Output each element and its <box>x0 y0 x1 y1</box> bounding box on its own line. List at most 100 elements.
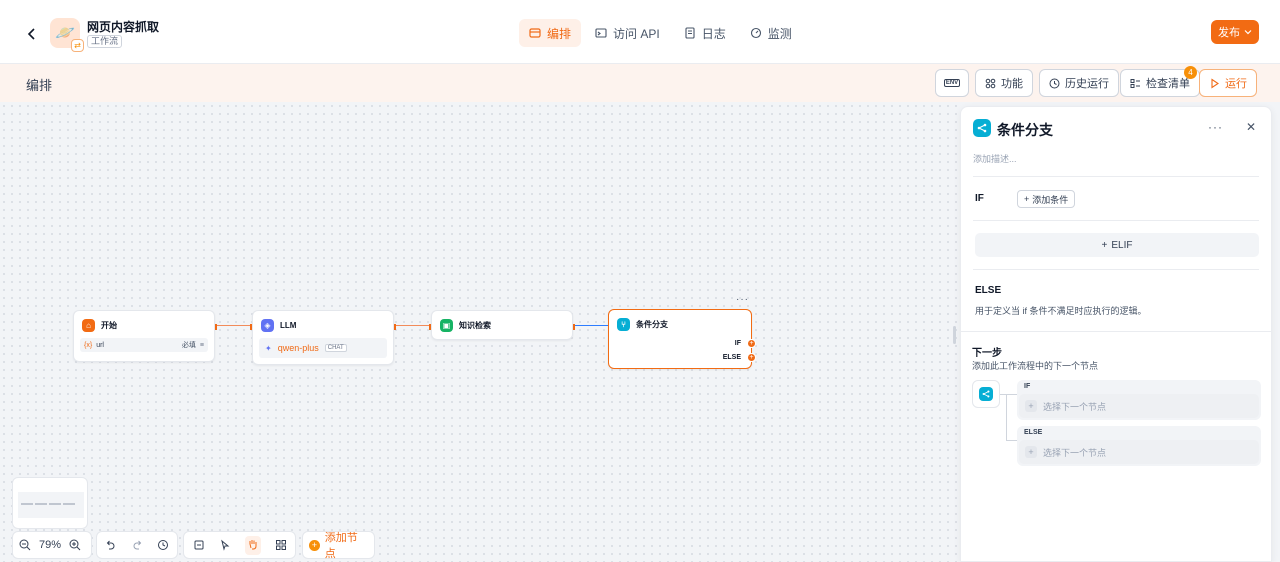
checklist-label: 检查清单 <box>1146 78 1190 90</box>
zoom-controls: 79% <box>12 531 92 559</box>
variable-row: {x} url 必填 ≡ <box>80 338 208 352</box>
node-more-button[interactable]: ··· <box>736 294 749 305</box>
model-name: qwen-plus <box>277 343 319 353</box>
run-button[interactable]: 运行 <box>1199 69 1257 97</box>
panel-title[interactable]: 条件分支 <box>997 120 1053 140</box>
publish-button[interactable]: 发布 <box>1211 20 1259 44</box>
features-label: 功能 <box>1001 78 1023 90</box>
zoom-level[interactable]: 79% <box>39 539 61 551</box>
node-header: ⑂ 条件分支 <box>617 318 668 331</box>
branch-icon: ⑂ <box>617 318 630 331</box>
select-next-node-button[interactable]: + 选择下一个节点 <box>1019 440 1259 464</box>
node-header: ▣ 知识检索 <box>440 319 491 332</box>
main-nav: 编排 访问 API 日志 监测 <box>519 19 802 47</box>
branch-icon <box>973 119 991 137</box>
node-knowledge-retrieval[interactable]: ▣ 知识检索 <box>429 310 575 340</box>
input-port[interactable] <box>429 324 431 330</box>
features-button[interactable]: 功能 <box>975 69 1033 97</box>
output-port[interactable] <box>215 324 217 330</box>
add-node-button[interactable]: + 添加节点 <box>302 531 375 560</box>
plus-circle-icon: + <box>309 539 320 551</box>
minimap-viewport <box>18 492 84 518</box>
node-title: LLM <box>280 321 297 330</box>
model-row: ✦ qwen-plus CHAT <box>259 338 387 358</box>
tab-monitor[interactable]: 监测 <box>740 19 802 47</box>
redo-icon[interactable] <box>131 539 143 551</box>
terminal-icon <box>595 28 607 38</box>
hand-tool[interactable] <box>245 535 261 555</box>
plus-icon: + <box>1025 400 1037 412</box>
edge-knowledge-ifelse <box>574 325 608 326</box>
node-llm[interactable]: ◈ LLM ✦ qwen-plus CHAT <box>250 310 396 365</box>
variable-icon: {x} <box>84 341 93 349</box>
else-label: ELSE <box>975 285 1002 296</box>
tab-label: 日志 <box>701 26 726 41</box>
next-branch-if: IF + 选择下一个节点 <box>1017 380 1261 420</box>
minimap[interactable] <box>12 477 88 529</box>
app-type-tag: 工作流 <box>87 35 123 48</box>
node-header: ◈ LLM <box>261 319 296 332</box>
select-next-node-label: 选择下一个节点 <box>1043 401 1107 412</box>
layout-icon <box>529 28 541 38</box>
add-condition-button[interactable]: + 添加条件 <box>1017 190 1076 208</box>
branch-if-port[interactable]: + <box>747 339 756 348</box>
checklist-count-badge: 4 <box>1184 66 1197 79</box>
top-header: 🪐 ⇄ 网页内容抓取 工作流 编排 访问 API 日志 监测 发布 <box>0 0 1280 64</box>
output-port[interactable] <box>573 324 575 330</box>
tab-label: 访问 API <box>613 26 660 41</box>
description-input[interactable]: 添加描述... <box>973 152 1017 165</box>
history-controls <box>96 531 178 559</box>
play-icon <box>1211 77 1219 89</box>
add-note-icon[interactable] <box>193 539 205 551</box>
branch-connector <box>1000 394 1017 395</box>
input-port[interactable] <box>250 324 252 330</box>
chevron-left-icon <box>27 28 35 40</box>
run-label: 运行 <box>1225 78 1247 90</box>
minimap-node <box>49 503 61 505</box>
next-step-title: 下一步 <box>972 348 1002 359</box>
env-button[interactable]: ENV <box>935 69 969 97</box>
divider <box>973 269 1259 270</box>
node-start[interactable]: ⌂ 开始 {x} url 必填 ≡ <box>73 310 217 362</box>
close-icon[interactable]: ✕ <box>1246 120 1256 134</box>
tab-logs[interactable]: 日志 <box>674 19 736 47</box>
plus-icon: + <box>1024 194 1030 204</box>
home-icon: ⌂ <box>82 319 95 332</box>
undo-icon[interactable] <box>105 539 117 551</box>
current-node-badge <box>972 380 1000 408</box>
output-port[interactable] <box>394 324 396 330</box>
grid-icon <box>985 78 996 88</box>
history-clock-icon <box>1049 78 1060 88</box>
edge-start-llm <box>216 325 252 326</box>
branch-else-port[interactable]: + <box>747 353 756 362</box>
minimap-node <box>63 503 75 505</box>
version-history-icon[interactable] <box>157 539 169 551</box>
node-title: 知识检索 <box>459 321 491 330</box>
llm-icon: ◈ <box>261 319 274 332</box>
pointer-icon[interactable] <box>219 539 231 551</box>
add-node-label: 添加节点 <box>324 532 358 560</box>
node-if-else[interactable]: ⑂ 条件分支 IF + ELSE + <box>608 309 756 369</box>
branch-label: ELSE <box>1024 429 1043 436</box>
more-options-button[interactable]: ··· <box>1208 120 1223 134</box>
select-next-node-button[interactable]: + 选择下一个节点 <box>1019 394 1259 418</box>
layout-organize-icon[interactable] <box>275 539 287 551</box>
panel-resize-handle[interactable] <box>953 326 956 344</box>
back-button[interactable] <box>22 24 42 44</box>
history-button[interactable]: 历史运行 <box>1039 69 1119 97</box>
branch-connector <box>1006 394 1007 440</box>
add-elif-button[interactable]: + ELIF <box>975 233 1259 257</box>
next-step-description: 添加此工作流程中的下一个节点 <box>972 361 1099 371</box>
tab-orchestrate[interactable]: 编排 <box>519 19 582 47</box>
minimap-node <box>35 503 47 505</box>
mode-controls <box>183 531 296 559</box>
plus-icon: + <box>1101 239 1108 251</box>
next-branch-else: ELSE + 选择下一个节点 <box>1017 426 1261 466</box>
model-mode-tag: CHAT <box>324 344 347 352</box>
divider <box>961 331 1271 332</box>
zoom-out-icon[interactable] <box>19 539 31 551</box>
tab-api[interactable]: 访问 API <box>585 19 670 47</box>
if-label: IF <box>975 193 984 204</box>
branch-connector <box>1006 440 1017 441</box>
zoom-in-icon[interactable] <box>69 539 81 551</box>
